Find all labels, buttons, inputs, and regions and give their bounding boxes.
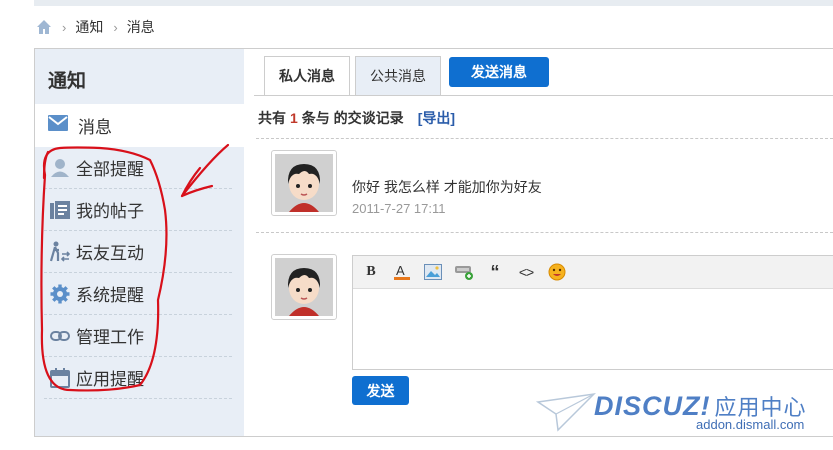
link-icon (49, 325, 71, 347)
top-bar (34, 0, 833, 6)
avatar[interactable] (271, 254, 337, 320)
editor-textarea[interactable] (353, 289, 833, 369)
sidebar-item-label: 应用提醒 (76, 370, 144, 389)
divider (256, 232, 833, 233)
quote-icon[interactable]: “ (484, 261, 506, 283)
svg-text:A: A (396, 263, 405, 278)
code-icon[interactable]: <> (515, 261, 537, 283)
send-message-button[interactable]: 发送消息 (449, 57, 549, 87)
tab-public-messages[interactable]: 公共消息 (355, 56, 441, 96)
sidebar-item-management[interactable]: 管理工作 (44, 315, 232, 357)
sidebar-item-label: 消息 (78, 118, 112, 137)
attachment-icon[interactable] (453, 261, 475, 283)
message-time: 2011-7-27 17:11 (352, 201, 446, 216)
send-button[interactable]: 发送 (352, 376, 409, 405)
sidebar-item-label: 我的帖子 (76, 202, 144, 221)
summary-prefix: 共有 (258, 110, 286, 126)
sidebar-title: 通知 (48, 71, 87, 92)
user-icon (49, 157, 71, 179)
envelope-icon (48, 115, 68, 136)
message-text: 你好 我怎么样 才能加你为好友 (352, 179, 542, 195)
summary-count: 1 (290, 110, 298, 126)
conversation-summary: 共有 1 条与 的交谈记录 [导出] (258, 108, 455, 128)
avatar-image (275, 154, 333, 212)
tab-private-messages[interactable]: 私人消息 (264, 56, 350, 96)
sidebar-item-my-posts[interactable]: 我的帖子 (44, 189, 232, 231)
calendar-icon (49, 367, 71, 389)
avatar[interactable] (271, 150, 337, 216)
sidebar-item-label: 全部提醒 (76, 160, 144, 179)
breadcrumb-messages: 消息 (126, 19, 155, 35)
reply-editor: B A “ <> (352, 255, 833, 370)
watermark-brand-en: DISCUZ! (594, 391, 711, 421)
paper-plane-icon (536, 392, 596, 432)
export-link[interactable]: [导出] (418, 108, 455, 128)
avatar-image (275, 258, 333, 316)
sidebar-item-label: 系统提醒 (76, 286, 144, 305)
sidebar-item-system[interactable]: 系统提醒 (44, 273, 232, 315)
editor-toolbar: B A “ <> (353, 256, 833, 289)
smiley-icon[interactable] (546, 261, 568, 283)
sidebar-item-label: 管理工作 (76, 328, 144, 347)
sidebar-item-all-reminders[interactable]: 全部提醒 (44, 147, 232, 189)
divider (256, 138, 833, 139)
home-icon[interactable] (36, 19, 52, 35)
watermark: DISCUZ! 应用中心 addon.dismall.com (536, 388, 833, 438)
sidebar-item-label: 坛友互动 (76, 244, 144, 263)
breadcrumb-separator: › (62, 19, 67, 35)
image-icon[interactable] (422, 261, 444, 283)
font-color-icon[interactable]: A (391, 261, 413, 283)
gear-icon (49, 283, 71, 305)
breadcrumb: › 通知 › 消息 (36, 17, 155, 37)
sidebar-item-interaction[interactable]: 坛友互动 (44, 231, 232, 273)
summary-suffix: 条与 的交谈记录 (301, 110, 404, 126)
sidebar: 通知 消息 全部提醒 我的帖子 坛友互动 系统提醒 管理工作 应用提醒 (35, 49, 244, 436)
watermark-url: addon.dismall.com (696, 417, 805, 432)
bold-icon[interactable]: B (360, 261, 382, 283)
tab-underline (254, 95, 833, 96)
sidebar-item-app-reminders[interactable]: 应用提醒 (44, 357, 232, 399)
breadcrumb-separator: › (113, 19, 118, 35)
posts-icon (49, 199, 71, 221)
sidebar-item-messages[interactable]: 消息 (35, 104, 244, 147)
breadcrumb-notice[interactable]: 通知 (75, 17, 103, 37)
interaction-icon (49, 241, 71, 263)
